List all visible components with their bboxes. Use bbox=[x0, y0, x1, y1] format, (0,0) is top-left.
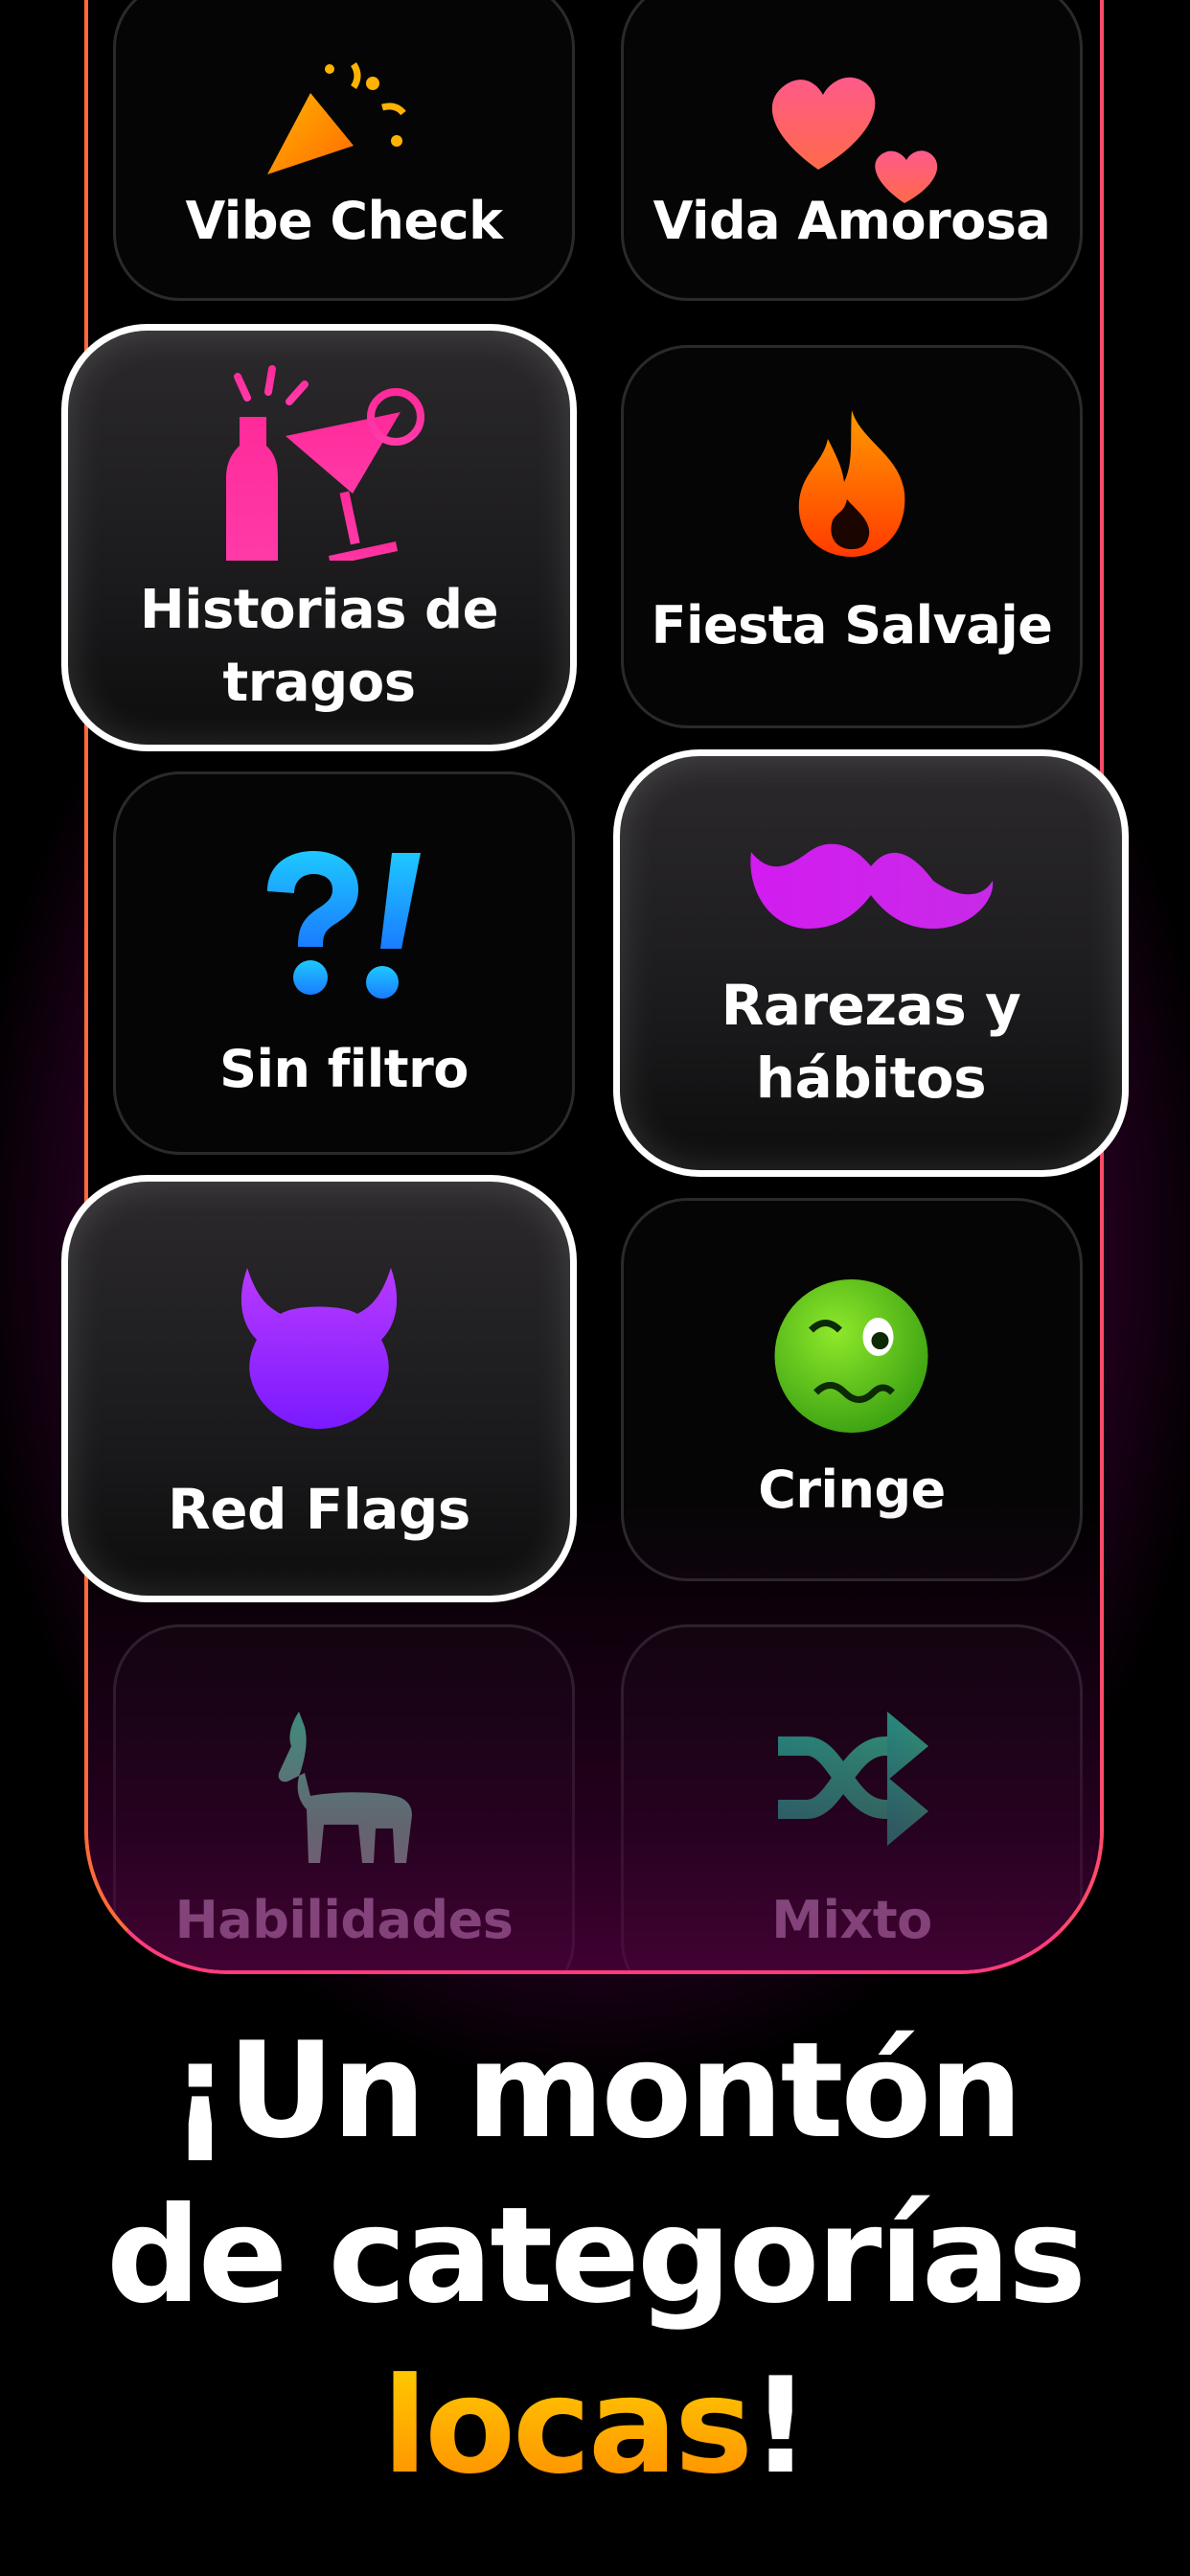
category-label: Mixto bbox=[771, 1890, 932, 1950]
category-card-rarezas-y-habitos[interactable]: Rarezas y hábitos bbox=[613, 749, 1129, 1177]
cocktail-bottle-icon bbox=[226, 365, 424, 561]
category-label: Fiesta Salvaje bbox=[651, 595, 1053, 656]
category-label: Habilidades bbox=[174, 1890, 514, 1950]
category-card-historias-de-tragos[interactable]: Historias de tragos bbox=[61, 324, 577, 751]
category-label: Rarezas y hábitos bbox=[721, 973, 1021, 1111]
category-card-sin-filtro[interactable]: Sin filtro bbox=[113, 771, 575, 1155]
headline-line-1: ¡Un montón bbox=[170, 2013, 1022, 2168]
party-popper-icon bbox=[267, 62, 406, 174]
category-card-vibe-check[interactable]: Vibe Check bbox=[113, 0, 575, 301]
category-card-mixto[interactable]: Mixto bbox=[621, 1624, 1083, 1970]
category-label: Red Flags bbox=[168, 1477, 470, 1542]
headline-accent: locas bbox=[381, 2349, 753, 2503]
headline-line-2: de categorías bbox=[105, 2178, 1087, 2333]
headline-line-3: locas! bbox=[0, 2344, 1190, 2509]
devil-icon bbox=[240, 1268, 398, 1429]
fire-icon bbox=[798, 410, 905, 557]
woozy-face-icon bbox=[774, 1279, 928, 1433]
category-card-fiesta-salvaje[interactable]: Fiesta Salvaje bbox=[621, 345, 1083, 728]
category-label: Cringe bbox=[758, 1460, 946, 1520]
category-card-vida-amorosa[interactable]: Vida Amorosa bbox=[621, 0, 1083, 301]
category-card-habilidades[interactable]: Habilidades bbox=[113, 1624, 575, 1970]
category-label: Vibe Check bbox=[185, 191, 503, 251]
mustache-icon bbox=[750, 843, 994, 929]
question-exclamation-icon bbox=[267, 851, 421, 999]
headline-exclamation: ! bbox=[750, 2349, 811, 2503]
category-label: Historias de tragos bbox=[139, 579, 499, 714]
category-card-cringe[interactable]: Cringe bbox=[621, 1198, 1083, 1581]
category-label: Sin filtro bbox=[219, 1039, 469, 1099]
shuffle-icon bbox=[778, 1712, 928, 1846]
category-label: Vida Amorosa bbox=[652, 191, 1051, 251]
goat-icon bbox=[278, 1712, 412, 1863]
category-card-red-flags[interactable]: Red Flags bbox=[61, 1175, 577, 1602]
